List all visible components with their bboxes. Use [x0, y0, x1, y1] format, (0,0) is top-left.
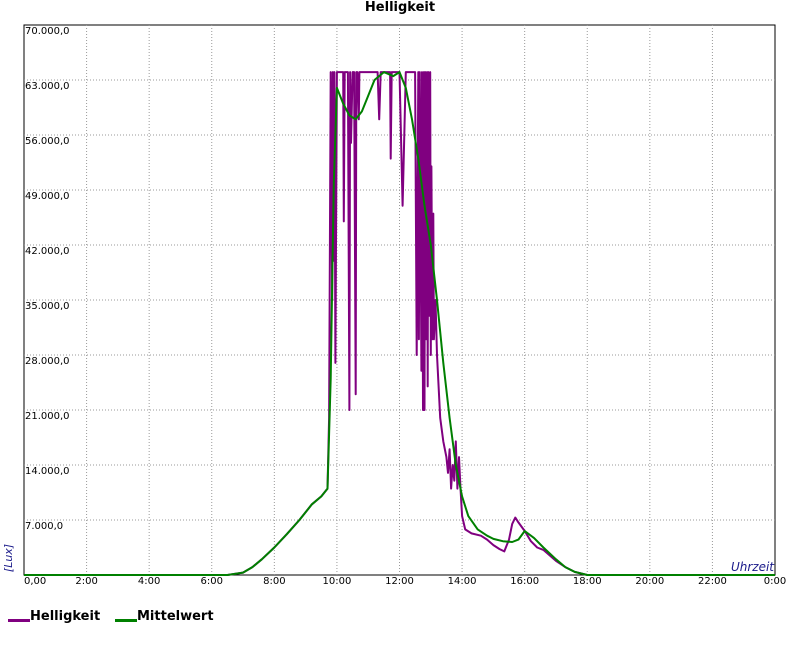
chart-plot: 0,00 2:00 4:00 6:00 8:00 10:00 12:00 14:00 16:00… — [2, 24, 786, 587]
x-tick-label: 14:00 — [448, 576, 477, 587]
x-tick-label: 4:00 — [138, 576, 160, 587]
legend-swatch-mittelwert — [115, 619, 137, 622]
legend-label-helligkeit: Helligkeit — [30, 609, 101, 624]
x-tick-label: 18:00 — [573, 576, 602, 587]
y-tick-label: 7.000,0 — [25, 521, 63, 532]
y-tick-label: 56.000,0 — [25, 136, 70, 147]
y-tick-label: 42.000,0 — [25, 246, 70, 257]
x-tick-label: 0:00 — [764, 576, 786, 587]
x-tick-label: 2:00 — [75, 576, 97, 587]
x-axis-label: Uhrzeit — [731, 560, 775, 574]
x-tick-label: 6:00 — [201, 576, 223, 587]
y-tick-label: 49.000,0 — [25, 191, 70, 202]
x-tick-label: 20:00 — [635, 576, 664, 587]
x-tick-label: 16:00 — [510, 576, 539, 587]
legend-swatch-helligkeit — [8, 619, 30, 622]
y-tick-label: 63.000,0 — [25, 81, 70, 92]
y-tick-label: 14.000,0 — [25, 466, 70, 477]
x-tick-label: 0,00 — [24, 576, 46, 587]
x-tick-label: 22:00 — [698, 576, 727, 587]
x-tick-label: 12:00 — [385, 576, 414, 587]
x-tick-label: 8:00 — [263, 576, 285, 587]
y-tick-label: 35.000,0 — [25, 301, 70, 312]
y-tick-label: 28.000,0 — [25, 356, 70, 367]
y-axis-label: [Lux] — [2, 544, 15, 572]
legend-label-mittelwert: Mittelwert — [137, 609, 214, 624]
x-tick-label: 10:00 — [323, 576, 352, 587]
y-tick-label: 21.000,0 — [25, 411, 70, 422]
y-tick-label: 70.000,0 — [25, 26, 70, 37]
